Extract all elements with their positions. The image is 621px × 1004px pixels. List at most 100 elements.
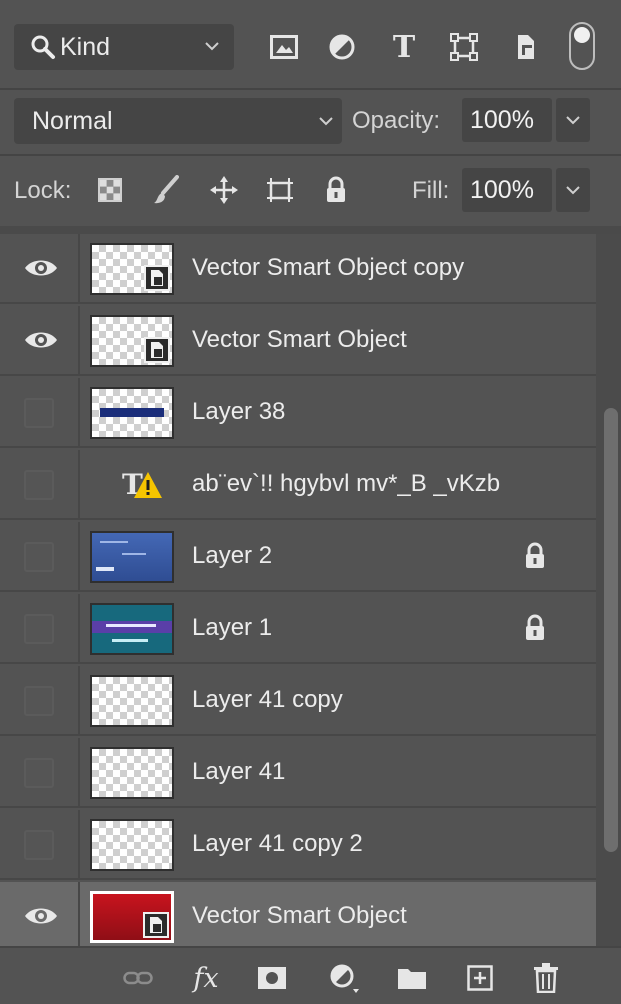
visibility-column[interactable] bbox=[0, 882, 80, 946]
filter-toggle-switch[interactable] bbox=[569, 22, 595, 70]
type-layer-warning-icon: T bbox=[122, 468, 162, 500]
layer-name: Vector Smart Object bbox=[192, 902, 407, 929]
opacity-label: Opacity: bbox=[352, 107, 441, 134]
chevron-down-icon bbox=[566, 186, 580, 195]
layer-name: Layer 38 bbox=[192, 398, 286, 425]
layers-bottom-bar: fx bbox=[0, 946, 621, 1004]
trash-icon[interactable] bbox=[526, 958, 566, 998]
navy-bar-shape bbox=[100, 408, 164, 417]
kind-label: Kind bbox=[60, 32, 111, 61]
layer-row-selected[interactable]: Vector Smart Object bbox=[0, 882, 596, 946]
layer-row[interactable]: Layer 41 copy bbox=[0, 666, 596, 736]
layer-thumbnail[interactable] bbox=[90, 819, 174, 871]
layer-name: Layer 1 bbox=[192, 614, 273, 641]
adjustment-layer-filter-icon[interactable] bbox=[320, 24, 364, 70]
layer-name: Layer 41 bbox=[192, 758, 286, 785]
visibility-column[interactable] bbox=[0, 378, 80, 446]
fx-icon[interactable]: fx bbox=[186, 958, 226, 998]
lock-artboard-icon[interactable] bbox=[260, 168, 300, 212]
eye-icon[interactable] bbox=[24, 328, 58, 352]
blend-mode-value: Normal bbox=[32, 107, 113, 135]
opacity-dropdown-button[interactable] bbox=[556, 98, 590, 142]
layer-row[interactable]: Vector Smart Object bbox=[0, 306, 596, 376]
fx-label: fx bbox=[193, 962, 219, 994]
thumb-detail bbox=[96, 567, 114, 571]
lock-image-pixels-icon[interactable] bbox=[146, 168, 186, 212]
layer-thumbnail[interactable] bbox=[90, 315, 174, 367]
thumb-band bbox=[92, 621, 172, 633]
visibility-column[interactable] bbox=[0, 738, 80, 806]
layer-name: Layer 2 bbox=[192, 542, 273, 569]
fill-label: Fill: bbox=[412, 177, 450, 204]
lock-icon bbox=[526, 542, 544, 568]
layer-name: Layer 41 copy 2 bbox=[192, 830, 363, 857]
pixel-layer-filter-icon[interactable] bbox=[262, 24, 306, 70]
layer-thumbnail[interactable] bbox=[90, 531, 174, 583]
thumb-detail bbox=[112, 639, 148, 642]
layer-thumbnail[interactable] bbox=[90, 747, 174, 799]
chevron-down-icon bbox=[319, 117, 333, 126]
layer-thumbnail[interactable] bbox=[90, 387, 174, 439]
lock-label: Lock: bbox=[14, 177, 72, 204]
thumb-detail bbox=[100, 541, 128, 543]
visibility-column[interactable] bbox=[0, 450, 80, 518]
layer-mask-icon[interactable] bbox=[252, 958, 292, 998]
new-layer-icon[interactable] bbox=[460, 958, 500, 998]
smart-object-badge-icon bbox=[143, 912, 169, 938]
link-layers-icon[interactable] bbox=[118, 958, 158, 998]
thumb-detail bbox=[106, 624, 156, 627]
lock-icon bbox=[526, 614, 544, 640]
layers-list: Vector Smart Object copy Vector Smart Ob… bbox=[0, 234, 596, 946]
adjustment-layer-icon[interactable] bbox=[324, 958, 364, 998]
filter-row: Kind T bbox=[0, 0, 621, 88]
eye-icon[interactable] bbox=[24, 256, 58, 280]
visibility-column[interactable] bbox=[0, 810, 80, 878]
type-layer-filter-icon[interactable]: T bbox=[382, 24, 426, 70]
divider bbox=[0, 88, 621, 90]
search-icon bbox=[31, 35, 55, 59]
layer-row[interactable]: Vector Smart Object copy bbox=[0, 234, 596, 304]
fill-input[interactable]: 100% bbox=[462, 168, 552, 212]
visibility-toggle-box[interactable] bbox=[24, 758, 54, 788]
smart-object-badge-icon bbox=[144, 265, 170, 291]
visibility-toggle-box[interactable] bbox=[24, 614, 54, 644]
layer-row[interactable]: Layer 41 copy 2 bbox=[0, 810, 596, 880]
layer-row[interactable]: Layer 41 bbox=[0, 738, 596, 808]
layer-thumbnail[interactable] bbox=[90, 603, 174, 655]
visibility-column[interactable] bbox=[0, 306, 80, 374]
group-folder-icon[interactable] bbox=[392, 958, 432, 998]
visibility-toggle-box[interactable] bbox=[24, 542, 54, 572]
eye-icon[interactable] bbox=[24, 904, 58, 928]
divider bbox=[0, 154, 621, 156]
lock-all-icon[interactable] bbox=[316, 168, 356, 212]
visibility-column[interactable] bbox=[0, 594, 80, 662]
lock-transparent-pixels-icon[interactable] bbox=[90, 168, 130, 212]
opacity-input[interactable]: 100% bbox=[462, 98, 552, 142]
fill-dropdown-button[interactable] bbox=[556, 168, 590, 212]
visibility-column[interactable] bbox=[0, 234, 80, 302]
kind-filter-select[interactable]: Kind bbox=[14, 24, 234, 70]
chevron-down-icon bbox=[566, 116, 580, 125]
lock-position-icon[interactable] bbox=[204, 168, 244, 212]
layer-row[interactable]: Layer 2 bbox=[0, 522, 596, 592]
blend-mode-select[interactable]: Normal bbox=[14, 98, 342, 144]
scrollbar-thumb[interactable] bbox=[604, 408, 618, 852]
layer-name: Vector Smart Object bbox=[192, 326, 407, 353]
layer-row[interactable]: Layer 38 bbox=[0, 378, 596, 448]
layer-name: Layer 41 copy bbox=[192, 686, 343, 713]
thumb-detail bbox=[122, 553, 146, 555]
layer-thumbnail[interactable] bbox=[90, 891, 174, 943]
shape-layer-filter-icon[interactable] bbox=[442, 24, 486, 70]
visibility-toggle-box[interactable] bbox=[24, 470, 54, 500]
layer-row[interactable]: T ab¨ev`!! hgybvl mv*_B _vKzb bbox=[0, 450, 596, 520]
visibility-column[interactable] bbox=[0, 666, 80, 734]
layer-name: Vector Smart Object copy bbox=[192, 254, 465, 281]
visibility-column[interactable] bbox=[0, 522, 80, 590]
layer-row[interactable]: Layer 1 bbox=[0, 594, 596, 664]
visibility-toggle-box[interactable] bbox=[24, 686, 54, 716]
visibility-toggle-box[interactable] bbox=[24, 398, 54, 428]
smart-object-filter-icon[interactable] bbox=[504, 24, 548, 70]
layer-thumbnail[interactable] bbox=[90, 243, 174, 295]
layer-thumbnail[interactable] bbox=[90, 675, 174, 727]
visibility-toggle-box[interactable] bbox=[24, 830, 54, 860]
